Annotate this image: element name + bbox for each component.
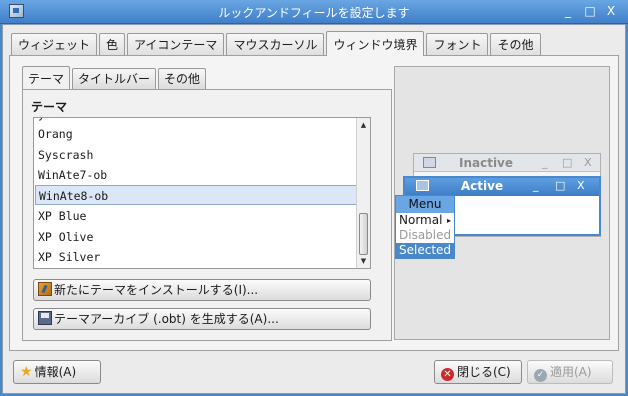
list-item-partial[interactable]: y bbox=[35, 118, 357, 124]
install-theme-label: 新たにテーマをインストールする(I)... bbox=[54, 283, 259, 297]
list-item[interactable]: XP Blue bbox=[35, 206, 357, 226]
close-icon: X bbox=[577, 179, 585, 192]
close-circle-icon: ✕ bbox=[441, 368, 454, 381]
window-border-panel: テーマ タイトルバー その他 テーマ y Orang Syscrash WinA… bbox=[9, 55, 619, 351]
tab-icon-theme[interactable]: アイコンテーマ bbox=[127, 33, 225, 56]
tab-mouse-cursor[interactable]: マウスカーソル bbox=[226, 33, 325, 56]
preview-menu: Menu Normal ▸ Disabled Selected bbox=[395, 195, 455, 259]
check-circle-icon: ✓ bbox=[534, 369, 547, 382]
maximize-icon: □ bbox=[555, 179, 566, 192]
maximize-button[interactable]: □ bbox=[581, 3, 599, 19]
tab-other[interactable]: その他 bbox=[490, 33, 541, 56]
preview-menu-item-normal-label: Normal bbox=[399, 213, 443, 227]
about-button[interactable]: ★ 情報(A) bbox=[13, 360, 101, 384]
about-label: 情報(A) bbox=[34, 365, 77, 379]
list-item[interactable]: XP Olive bbox=[35, 227, 357, 247]
preview-inactive-titlebar: Inactive _ □ X bbox=[414, 154, 600, 172]
preview-menu-item-normal: Normal ▸ bbox=[396, 213, 454, 228]
list-item[interactable]: WinAte7-ob bbox=[35, 165, 357, 185]
submenu-arrow-icon: ▸ bbox=[446, 216, 451, 225]
create-archive-button[interactable]: テーマアーカイブ (.obt) を生成する(A)... bbox=[33, 308, 371, 330]
window-title: ルックアンドフィールを設定します bbox=[218, 6, 410, 20]
close-label: 閉じる(C) bbox=[457, 365, 511, 379]
inner-tab-theme[interactable]: テーマ bbox=[22, 66, 71, 89]
preview-menu-item-selected: Selected bbox=[396, 243, 454, 258]
theme-preview-panel: Inactive _ □ X Active _ □ X Menu Normal ▸ bbox=[394, 66, 610, 340]
window-titlebar: ルックアンドフィールを設定します _ □ X bbox=[0, 0, 628, 24]
theme-list-scrollbar[interactable]: ▲ ▼ bbox=[356, 118, 370, 268]
scroll-up-arrow-icon[interactable]: ▲ bbox=[357, 118, 370, 132]
save-icon bbox=[38, 311, 52, 325]
create-archive-label: テーマアーカイブ (.obt) を生成する(A)... bbox=[54, 312, 279, 326]
inner-tab-bar: テーマ タイトルバー その他 bbox=[22, 66, 208, 89]
inner-tab-other[interactable]: その他 bbox=[158, 68, 207, 89]
preview-menu-item-disabled: Disabled bbox=[399, 228, 452, 242]
close-window-button[interactable]: X bbox=[602, 3, 620, 19]
minimize-icon: _ bbox=[533, 179, 539, 192]
preview-inactive-title: Inactive bbox=[458, 156, 514, 170]
preview-active-titlebar: Active _ □ X bbox=[405, 178, 599, 196]
minimize-icon: _ bbox=[542, 156, 548, 169]
maximize-icon: □ bbox=[562, 156, 573, 169]
tab-widget[interactable]: ウィジェット bbox=[11, 33, 98, 56]
dialog-body: ウィジェット 色 アイコンテーマ マウスカーソル ウィンドウ境界 フォント その… bbox=[2, 24, 626, 394]
tab-color[interactable]: 色 bbox=[99, 33, 126, 56]
scroll-down-arrow-icon[interactable]: ▼ bbox=[357, 254, 370, 268]
preview-active-title: Active bbox=[460, 179, 504, 193]
preview-menu-title: Menu bbox=[396, 196, 454, 213]
minimize-button[interactable]: _ bbox=[559, 3, 577, 19]
apply-button[interactable]: ✓ 適用(A) bbox=[527, 360, 613, 384]
tab-window-border[interactable]: ウィンドウ境界 bbox=[326, 31, 425, 56]
section-title: テーマ bbox=[31, 100, 68, 114]
apply-label: 適用(A) bbox=[550, 365, 592, 379]
inner-tab-titlebar[interactable]: タイトルバー bbox=[72, 68, 157, 89]
scrollbar-thumb[interactable] bbox=[359, 213, 368, 255]
list-item[interactable]: Syscrash bbox=[35, 145, 357, 165]
tab-font[interactable]: フォント bbox=[426, 33, 489, 56]
close-button[interactable]: ✕ 閉じる(C) bbox=[434, 360, 522, 384]
list-item-selected[interactable]: WinAte8-ob bbox=[35, 185, 357, 205]
close-icon: X bbox=[584, 156, 592, 169]
theme-panel: テーマ y Orang Syscrash WinAte7-ob WinAte8-… bbox=[22, 89, 392, 341]
theme-list[interactable]: y Orang Syscrash WinAte7-ob WinAte8-ob X… bbox=[33, 117, 371, 269]
star-icon: ★ bbox=[20, 364, 33, 380]
main-tab-bar: ウィジェット 色 アイコンテーマ マウスカーソル ウィンドウ境界 フォント その… bbox=[11, 31, 543, 56]
install-theme-button[interactable]: 新たにテーマをインストールする(I)... bbox=[33, 279, 371, 301]
install-icon bbox=[38, 282, 52, 296]
list-item[interactable]: XP Silver bbox=[35, 247, 357, 267]
list-item[interactable]: Orang bbox=[35, 124, 357, 144]
